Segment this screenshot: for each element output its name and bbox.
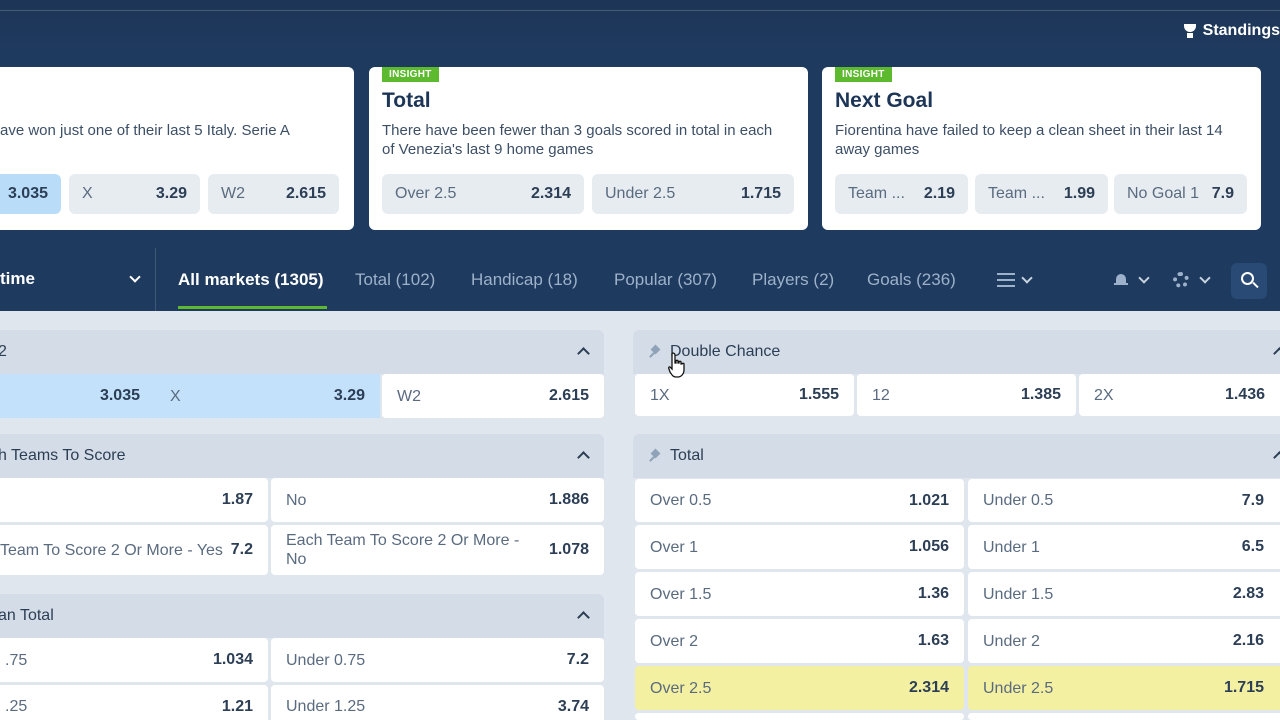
market-header[interactable]: Double Chance [633, 330, 1280, 374]
tab-total[interactable]: Total (102) [355, 270, 435, 290]
odd-w1[interactable]: 3.035 [0, 374, 155, 418]
odd-2-or-more-no[interactable]: Each Team To Score 2 Or More - No 1.078 [271, 525, 604, 575]
insight-odd-w2[interactable]: W2 2.615 [208, 174, 339, 214]
header-divider [0, 10, 1280, 11]
tab-players[interactable]: Players (2) [752, 270, 834, 290]
odd-no[interactable]: No 1.886 [271, 478, 604, 522]
pin-icon[interactable] [649, 346, 661, 358]
tab-popular[interactable]: Popular (307) [614, 270, 717, 290]
mouse-cursor-icon [668, 352, 685, 378]
odd-under-0-5[interactable]: Under 0.5 7.9 [968, 479, 1280, 522]
pin-icon[interactable] [649, 450, 661, 462]
chevron-up-icon[interactable] [577, 611, 590, 624]
market-title: Total [670, 447, 704, 464]
odd-under-1[interactable]: Under 1 6.5 [968, 525, 1280, 569]
time-period-label: time [0, 269, 35, 288]
odd-over-0-5[interactable]: Over 0.5 1.021 [635, 479, 964, 522]
market-header[interactable]: h Teams To Score [0, 434, 604, 478]
chevron-up-icon[interactable] [1273, 347, 1280, 360]
market-header[interactable]: an Total [0, 594, 604, 638]
insight-odd-team2[interactable]: Team ... 1.99 [975, 174, 1108, 214]
market-title: 2 [0, 343, 7, 360]
odd-under-1-25[interactable]: Under 1.25 3.74 [271, 685, 604, 720]
odd-over-2-5[interactable]: Over 2.5 2.314 [635, 666, 964, 710]
insight-description: ave won just one of their last 5 Italy. … [0, 122, 290, 139]
market-title: Double Chance [670, 343, 781, 360]
chevron-down-icon [129, 271, 141, 283]
tab-all-markets[interactable]: All markets (1305) [178, 270, 324, 290]
market-1x2: 2 3.035 X 3.29 W2 2.615 [0, 330, 604, 418]
odd-1x[interactable]: 1X 1.555 [635, 374, 854, 416]
odd-over-2[interactable]: Over 2 1.63 [635, 619, 964, 663]
insight-odd-x[interactable]: X 3.29 [69, 174, 200, 214]
odd-under-2[interactable]: Under 2 2.16 [968, 619, 1280, 663]
odd-yes[interactable]: 1.87 [0, 478, 268, 522]
market-title: an Total [0, 607, 54, 624]
insight-odd-team1[interactable]: Team ... 2.19 [835, 174, 968, 214]
insight-odd-over[interactable]: Over 2.5 2.314 [382, 174, 584, 214]
insight-badge: INSIGHT [835, 67, 892, 82]
insight-badge: INSIGHT [382, 67, 439, 82]
insight-odd-under[interactable]: Under 2.5 1.715 [592, 174, 794, 214]
insight-odd-no-goal[interactable]: No Goal 1 7.9 [1114, 174, 1247, 214]
standings-button[interactable]: Standings [1183, 22, 1280, 40]
odd-2x[interactable]: 2X 1.436 [1079, 374, 1280, 416]
markets-tab-bar: time All markets (1305) Total (102) Hand… [0, 248, 1280, 311]
insight-odd-w1[interactable]: 3.035 [0, 174, 61, 214]
market-header[interactable]: 2 [0, 330, 604, 374]
odd-over-1-5[interactable]: Over 1.5 1.36 [635, 572, 964, 616]
odd-x[interactable]: X 3.29 [155, 374, 380, 418]
market-asian-total: an Total .75 1.034 Under 0.75 7.2 .25 1.… [0, 594, 604, 720]
odd-under-0-75[interactable]: Under 0.75 7.2 [271, 638, 604, 682]
insight-title: Total [382, 89, 431, 112]
odd-over-1-25[interactable]: .25 1.21 [0, 685, 268, 720]
odd-2-or-more-yes[interactable]: Team To Score 2 Or More - Yes 7.2 [0, 525, 268, 575]
insight-description: There have been fewer than 3 goals score… [382, 122, 773, 158]
odd-over-1[interactable]: Over 1 1.056 [635, 525, 964, 569]
trophy-icon [1183, 24, 1197, 38]
insight-card-1: ave won just one of their last 5 Italy. … [0, 67, 354, 230]
insight-card-next-goal: INSIGHT Next Goal Fiorentina have failed… [822, 67, 1261, 230]
odd-under-1-5[interactable]: Under 1.5 2.83 [968, 572, 1280, 616]
market-double-chance: Double Chance 1X 1.555 12 1.385 2X 1.436 [633, 330, 1280, 418]
chevron-up-icon[interactable] [577, 451, 590, 464]
search-button[interactable] [1231, 263, 1267, 299]
odd-over-0-75[interactable]: .75 1.034 [0, 638, 268, 682]
insight-description: Fiorentina have failed to keep a clean s… [835, 122, 1223, 158]
time-period-select[interactable]: time [0, 248, 156, 311]
odd-w2[interactable]: W2 2.615 [382, 374, 604, 418]
odd-row-partial [968, 713, 1280, 720]
odd-under-2-5[interactable]: Under 2.5 1.715 [968, 666, 1280, 710]
chevron-up-icon[interactable] [577, 347, 590, 360]
active-tab-indicator [178, 306, 327, 309]
insight-title: Next Goal [835, 89, 934, 112]
gear-icon[interactable] [1173, 272, 1189, 288]
insight-card-total: INSIGHT Total There have been fewer than… [369, 67, 808, 230]
standings-label: Standings [1202, 22, 1280, 39]
bell-icon[interactable] [1114, 273, 1128, 287]
match-header: Standings ave won just one of their last… [0, 0, 1280, 248]
odd-12[interactable]: 12 1.385 [857, 374, 1076, 416]
market-header[interactable]: Total [633, 434, 1280, 478]
tab-handicap[interactable]: Handicap (18) [471, 270, 578, 290]
market-both-teams-to-score: h Teams To Score 1.87 No 1.886 Team To S… [0, 434, 604, 578]
chevron-up-icon[interactable] [1273, 451, 1280, 464]
list-icon[interactable] [997, 273, 1015, 287]
market-total: Total Over 0.5 1.021 Under 0.5 7.9 Over … [633, 434, 1280, 720]
tab-goals[interactable]: Goals (236) [867, 270, 956, 290]
odd-row-partial [635, 713, 964, 720]
market-title: h Teams To Score [0, 447, 126, 464]
